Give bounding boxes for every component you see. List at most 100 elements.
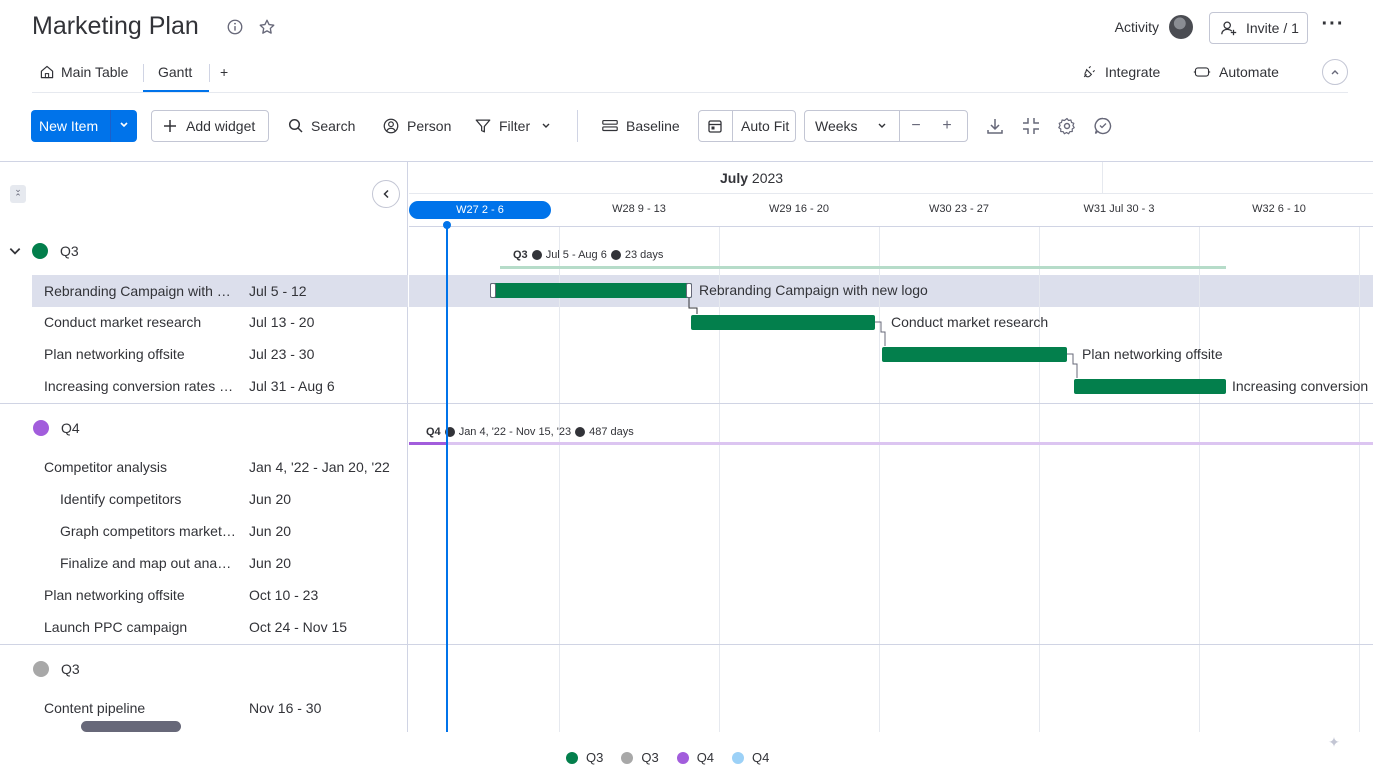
group-span-line-q4 [446,442,1373,445]
filter-icon [475,119,491,133]
integrate-label: Integrate [1105,64,1161,80]
table-row[interactable]: Plan networking offsite Jul 23 - 30 [32,338,408,370]
more-options-icon[interactable]: ··· [1320,14,1346,39]
baseline-button[interactable]: Baseline [601,110,680,142]
item-dates: Jul 5 - 12 [249,283,307,299]
collapse-list-button[interactable] [372,180,400,208]
expand-all-icon[interactable]: ⌄ ⌃ [10,185,26,203]
group-header-q3[interactable]: Q3 [8,236,79,266]
chevron-left-icon [383,189,389,199]
automate-button[interactable]: Automate [1193,64,1279,80]
item-name: Finalize and map out anaylsis [60,555,237,571]
new-item-button[interactable]: New Item [31,110,137,142]
time-scale-value: Weeks [815,118,858,134]
activity-link[interactable]: Activity [1115,19,1159,35]
today-marker [446,224,448,732]
filter-button[interactable]: Filter [474,110,551,142]
tabs-divider [32,92,1348,93]
chevron-down-icon[interactable] [111,119,137,133]
ai-assistant-icon[interactable]: ✦ [1318,728,1350,756]
item-name: Graph competitors marketing strategies [60,523,237,539]
table-row[interactable]: Content pipeline Nov 16 - 30 [32,692,408,724]
group-header-q3-second[interactable]: Q3 [33,654,80,684]
collapse-arrows-icon[interactable] [1021,116,1041,136]
legend-item: Q4 [732,750,769,765]
calendar-icon [708,120,722,133]
subitem-row[interactable]: Identify competitors Jun 20 [32,483,408,515]
group-name: Q3 [61,661,80,677]
legend-dot [566,751,578,764]
item-dates: Jul 13 - 20 [249,314,315,330]
chevron-up-icon [1331,70,1339,75]
group-color-dot [33,420,49,436]
tab-gantt[interactable]: Gantt [158,64,192,80]
table-row[interactable]: Plan networking offsite Oct 10 - 23 [32,579,408,611]
horizontal-scrollbar[interactable] [81,721,181,732]
add-person-icon [1221,21,1237,36]
group-divider [409,644,1373,645]
subitem-row[interactable]: Finalize and map out anaylsis Jun 20 [32,547,408,579]
group-header-q4[interactable]: Q4 [33,413,80,443]
zoom-out-icon[interactable]: − [900,117,932,135]
baseline-label: Baseline [626,118,680,134]
item-dates: Jun 20 [249,523,292,539]
item-dates: Jan 4, '22 - Jan 20, '22 [249,459,390,475]
download-icon[interactable] [985,116,1005,136]
legend-dot [676,751,689,764]
legend-item: Q3 [621,750,659,765]
search-button[interactable]: Search [288,110,355,142]
add-widget-label: Add widget [186,118,256,134]
feedback-icon[interactable] [1093,116,1113,136]
chevron-down-icon[interactable] [8,244,22,258]
item-name: Rebranding Campaign with new logo [44,283,237,299]
automate-label: Automate [1219,64,1279,80]
item-name: Content pipeline [44,700,146,716]
auto-fit-label: Auto Fit [741,118,790,134]
plus-icon [164,120,176,132]
info-icon[interactable] [226,18,244,36]
new-item-label: New Item [39,118,99,134]
time-scale-select[interactable]: Weeks − + [804,110,968,142]
plug-icon [1083,66,1095,78]
person-filter-button[interactable]: Person [382,110,451,142]
item-dates: Jul 23 - 30 [249,346,315,362]
robot-icon [1193,67,1211,77]
tab-gantt-label: Gantt [158,64,193,80]
baseline-icon [602,120,618,132]
invite-button[interactable]: Invite / 1 [1209,12,1308,44]
add-view-button[interactable]: + [220,64,228,80]
item-dates: Jun 20 [249,555,292,571]
collapse-header-button[interactable] [1322,59,1348,85]
star-icon[interactable] [258,18,276,36]
integrate-button[interactable]: Integrate [1081,64,1160,80]
gear-icon[interactable] [1057,116,1077,136]
group-summary-q4: Q4 Jan 4, '22 - Nov 15, '23 487 days [426,426,634,438]
group-color-dot [32,243,48,259]
filter-label: Filter [499,118,531,134]
group-name: Q3 [60,243,79,259]
table-row[interactable]: Increasing conversion rates on landing p… [32,370,408,402]
auto-fit-button[interactable]: Auto Fit [698,110,796,142]
legend-item: Q4 [676,750,714,765]
table-row[interactable]: Competitor analysis Jan 4, '22 - Jan 20,… [32,451,408,483]
board-title[interactable]: Marketing Plan [32,12,199,41]
table-row[interactable]: Launch PPC campaign Oct 24 - Nov 15 [32,611,408,643]
auto-fit-divider [732,110,733,142]
today-marker-dot [443,221,451,229]
person-icon [383,118,399,134]
item-name: Plan networking offsite [44,587,185,603]
legend-dot [732,751,745,764]
item-dates: Nov 16 - 30 [249,700,322,716]
table-row[interactable]: Rebranding Campaign with new logo Jul 5 … [32,275,408,307]
chevron-down-icon [542,123,550,128]
item-name: Launch PPC campaign [44,619,188,635]
gantt-chart: July 2023 W27 2 - 6 W28 9 - 13 W29 16 - … [409,162,1373,732]
tab-main-table[interactable]: Main Table [39,64,128,80]
subitem-row[interactable]: Graph competitors marketing strategies J… [32,515,408,547]
table-row[interactable]: Conduct market research Jul 13 - 20 [32,306,408,338]
zoom-in-icon[interactable]: + [932,117,962,135]
user-avatar[interactable] [1169,15,1193,39]
group-name: Q4 [61,420,80,436]
add-widget-button[interactable]: Add widget [151,110,269,142]
home-icon [40,65,54,79]
